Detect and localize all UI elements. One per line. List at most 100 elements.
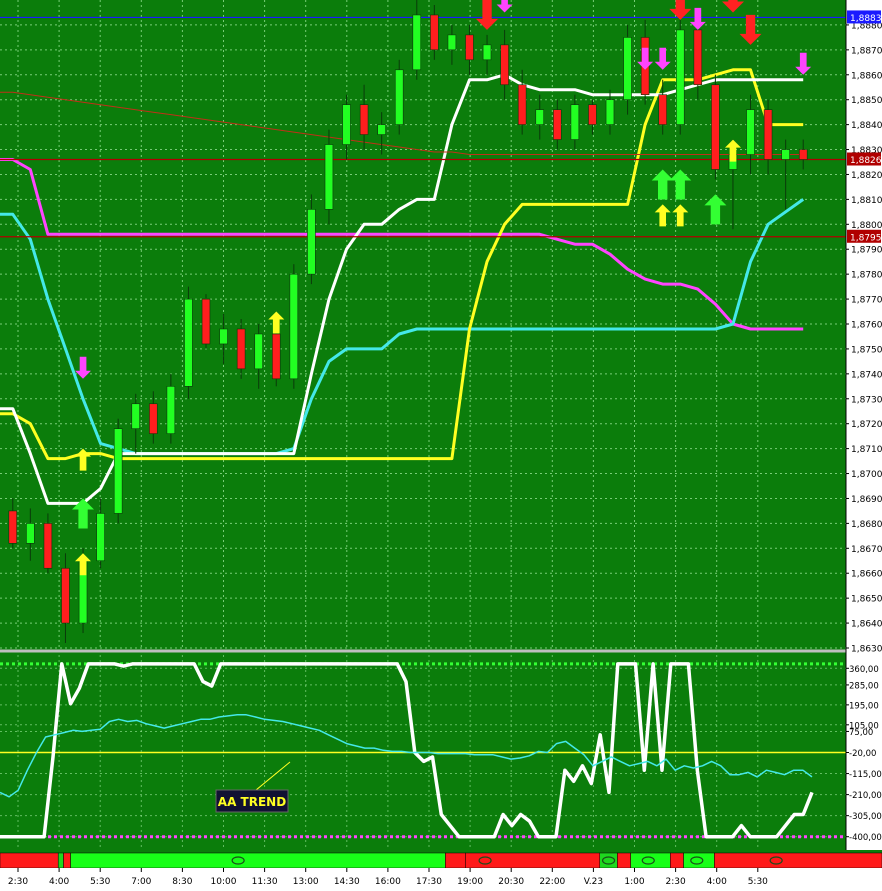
time-tick-label: 13:00 (293, 877, 319, 887)
indicator-tick-label: 360,00 (849, 665, 879, 675)
bull-candle (377, 124, 386, 135)
price-tick-label: 1,8640 (851, 620, 882, 630)
trend-segment (445, 852, 466, 869)
trend-segment (630, 852, 671, 869)
bear-candle (711, 84, 720, 170)
trend-segment (714, 852, 882, 869)
time-tick-label: 16:00 (375, 877, 401, 887)
bull-candle (166, 386, 176, 434)
time-tick-label: 5:30 (748, 877, 768, 887)
bear-candle (149, 403, 158, 434)
bull-candle (26, 523, 35, 544)
indicator-tick-label: -400,00 (849, 833, 882, 843)
bull-candle (605, 99, 615, 125)
time-tick-label: 7:00 (131, 877, 151, 887)
trend-segment (683, 852, 715, 869)
candle (289, 264, 299, 389)
bull-candle (447, 34, 457, 51)
time-tick-label: 2:30 (665, 877, 685, 887)
bull-candle (535, 109, 544, 125)
price-tick-label: 1,8850 (851, 96, 882, 106)
bull-candle (394, 69, 404, 125)
bear-candle (465, 34, 474, 61)
indicator-tick-label: -305,00 (849, 812, 882, 822)
price-tick-label: 1,8760 (851, 321, 882, 331)
time-tick-label: 1:00 (624, 877, 644, 887)
price-tick-label: 1,8810 (851, 196, 882, 206)
price-tick-label: 1,8770 (851, 296, 882, 306)
bear-candle (693, 29, 703, 86)
time-tick-label: 4:00 (707, 877, 727, 887)
time-tick-label: 14:30 (334, 877, 360, 887)
price-tick-label: 1,8710 (851, 445, 882, 455)
bull-candle (676, 29, 685, 125)
candle (676, 19, 685, 135)
time-tick-label: 5:30 (90, 877, 110, 887)
price-tick-label: 1,8860 (851, 71, 882, 81)
time-tick-label: 8:30 (172, 877, 192, 887)
trend-bar (0, 852, 882, 869)
bull-candle (219, 328, 228, 345)
price-badge-label: 1,8795 (850, 233, 882, 243)
bear-candle (500, 44, 509, 86)
indicator-tick-label: 75,00 (849, 728, 873, 738)
price-axis: 1,88801,88701,88601,88501,88401,88301,88… (845, 0, 882, 850)
trend-segment (670, 852, 684, 869)
candle (113, 418, 123, 524)
bull-candle (96, 513, 105, 562)
bear-candle (553, 109, 562, 140)
trend-segment (70, 852, 446, 869)
bull-candle (324, 144, 334, 210)
price-tick-label: 1,8720 (851, 420, 882, 430)
indicator-tick-label: 285,00 (849, 681, 879, 691)
candle (711, 74, 720, 180)
bear-candle (272, 333, 281, 380)
time-tick-label: 22:00 (539, 877, 565, 887)
bear-candle (588, 104, 597, 125)
price-tick-label: 1,8870 (851, 46, 882, 56)
price-tick-label: 1,8840 (851, 121, 882, 131)
price-tick-label: 1,8650 (851, 595, 882, 605)
bull-candle (342, 104, 351, 145)
bear-candle (43, 523, 53, 569)
bear-candle (517, 84, 527, 125)
time-tick-label: 10:00 (211, 877, 237, 887)
price-tick-label: 1,8680 (851, 520, 882, 530)
bull-candle (289, 273, 299, 380)
price-tick-label: 1,8670 (851, 545, 882, 555)
time-tick-label: 19:00 (457, 877, 483, 887)
price-tick-label: 1,8690 (851, 495, 882, 505)
price-tick-label: 1,8750 (851, 345, 882, 355)
price-tick-label: 1,8800 (851, 221, 882, 231)
bull-candle (482, 44, 492, 61)
bull-candle (746, 109, 755, 155)
bear-candle (359, 104, 369, 135)
bull-candle (623, 37, 632, 100)
bull-candle (781, 149, 790, 160)
bear-candle (798, 149, 808, 160)
indicator-tick-label: -115,00 (849, 770, 882, 780)
bull-candle (131, 403, 140, 429)
bear-candle (201, 298, 211, 345)
forex-chart: AA TREND 1,88801,88701,88601,88501,88401… (0, 0, 882, 891)
time-tick-label: 11:30 (252, 877, 278, 887)
trend-segment (57, 852, 64, 869)
price-tick-label: 1,8790 (851, 246, 882, 256)
time-tick-label: 20:30 (498, 877, 524, 887)
candle (201, 294, 211, 349)
indicator-tick-label: -20,00 (849, 749, 876, 759)
candle (184, 286, 193, 399)
time-tick-label: 4:00 (49, 877, 69, 887)
bear-candle (61, 567, 70, 624)
trend-segment (63, 852, 71, 869)
bear-candle (658, 94, 667, 125)
time-tick-label: V.23 (584, 877, 603, 887)
price-badge-label: 1,8883 (850, 14, 882, 24)
bull-candle (307, 209, 316, 275)
bull-candle (254, 333, 263, 370)
price-tick-label: 1,8740 (851, 370, 882, 380)
indicator-label: AA TREND (218, 795, 286, 809)
price-tick-label: 1,8780 (851, 271, 882, 281)
indicator-tick-label: -210,00 (849, 791, 882, 801)
price-tick-label: 1,8660 (851, 570, 882, 580)
